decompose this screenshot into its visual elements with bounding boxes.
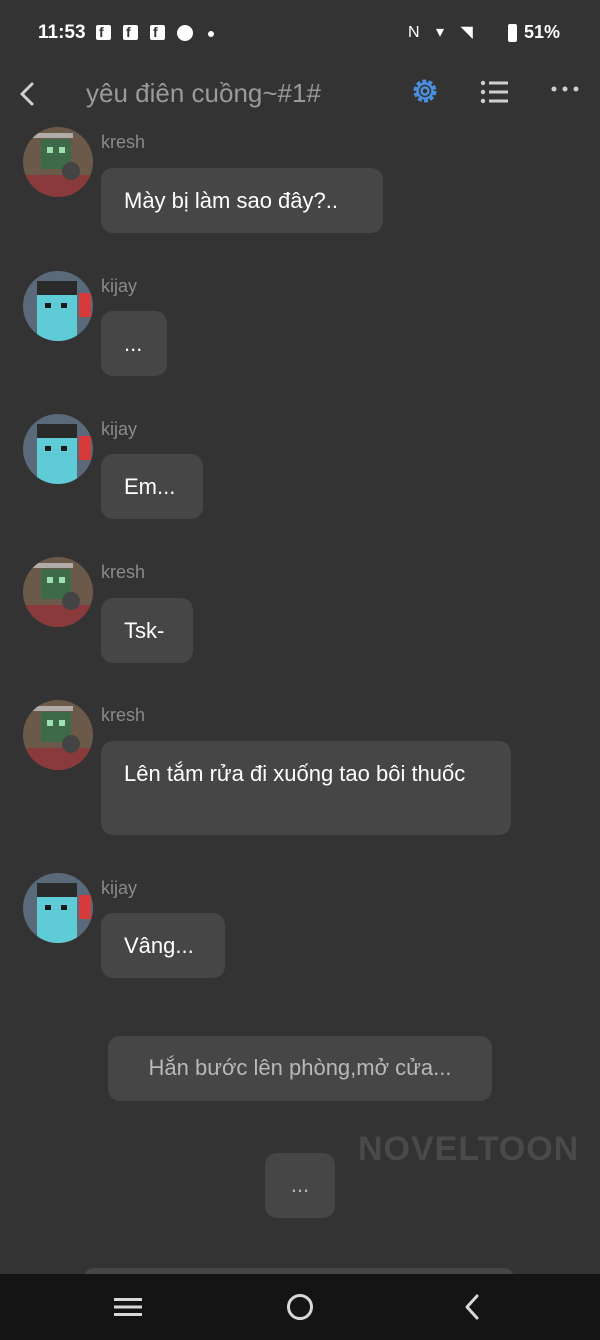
nav-back-icon[interactable] <box>460 1292 484 1322</box>
back-arrow-icon[interactable] <box>14 74 42 114</box>
status-time: 11:53 <box>38 22 86 43</box>
chat-header: yêu điên cuồng~#1# <box>0 66 600 122</box>
sender-name: kresh <box>101 705 146 725</box>
status-bar: 11:53 f f f N ▾ ◥ 51% <box>0 0 600 66</box>
message-bubble[interactable]: ... <box>101 311 167 376</box>
sender-name: kijay <box>101 419 138 439</box>
avatar-kijay[interactable] <box>23 414 93 484</box>
messenger-icon <box>177 25 193 41</box>
message-bubble[interactable]: Mày bị làm sao đây?.. <box>101 168 383 233</box>
sender-name: kijay <box>101 878 138 898</box>
sender-name: kijay <box>101 276 138 296</box>
system-nav-bar <box>0 1274 600 1340</box>
avatar-kresh[interactable] <box>23 700 93 770</box>
sender-name: kresh <box>101 562 146 582</box>
message-bubble[interactable]: Em... <box>101 454 203 519</box>
battery-level: 51% <box>523 22 560 42</box>
narration-bubble[interactable]: Hắn bước lên phòng,mở cửa... <box>108 1036 492 1101</box>
signal-icons: N ▾ ◥ <box>408 24 479 41</box>
facebook-icon: f <box>150 24 165 40</box>
home-icon[interactable] <box>287 1294 313 1320</box>
sender-name: kresh <box>101 132 146 152</box>
list-icon[interactable] <box>480 78 510 106</box>
facebook-icon: f <box>123 24 138 40</box>
battery-icon <box>508 24 517 42</box>
avatar-kijay[interactable] <box>23 271 93 341</box>
avatar-kijay[interactable] <box>23 873 93 943</box>
gear-icon[interactable] <box>410 76 440 106</box>
narration-bubble[interactable]: ... <box>265 1153 335 1218</box>
page-title: yêu điên cuồng~#1# <box>86 78 321 108</box>
more-options-icon[interactable] <box>550 84 580 94</box>
message-bubble[interactable]: Vâng... <box>101 913 225 978</box>
message-bubble[interactable]: Tsk- <box>101 598 193 663</box>
message-bubble[interactable]: Lên tắm rửa đi xuống tao bôi thuốc <box>101 741 511 835</box>
facebook-icon: f <box>96 24 111 40</box>
recent-apps-icon[interactable] <box>114 1296 142 1318</box>
notification-dot <box>208 31 214 37</box>
avatar-kresh[interactable] <box>23 557 93 627</box>
noveltoon-watermark: NOVELTOON <box>358 1130 580 1168</box>
avatar-kresh[interactable] <box>23 127 93 197</box>
